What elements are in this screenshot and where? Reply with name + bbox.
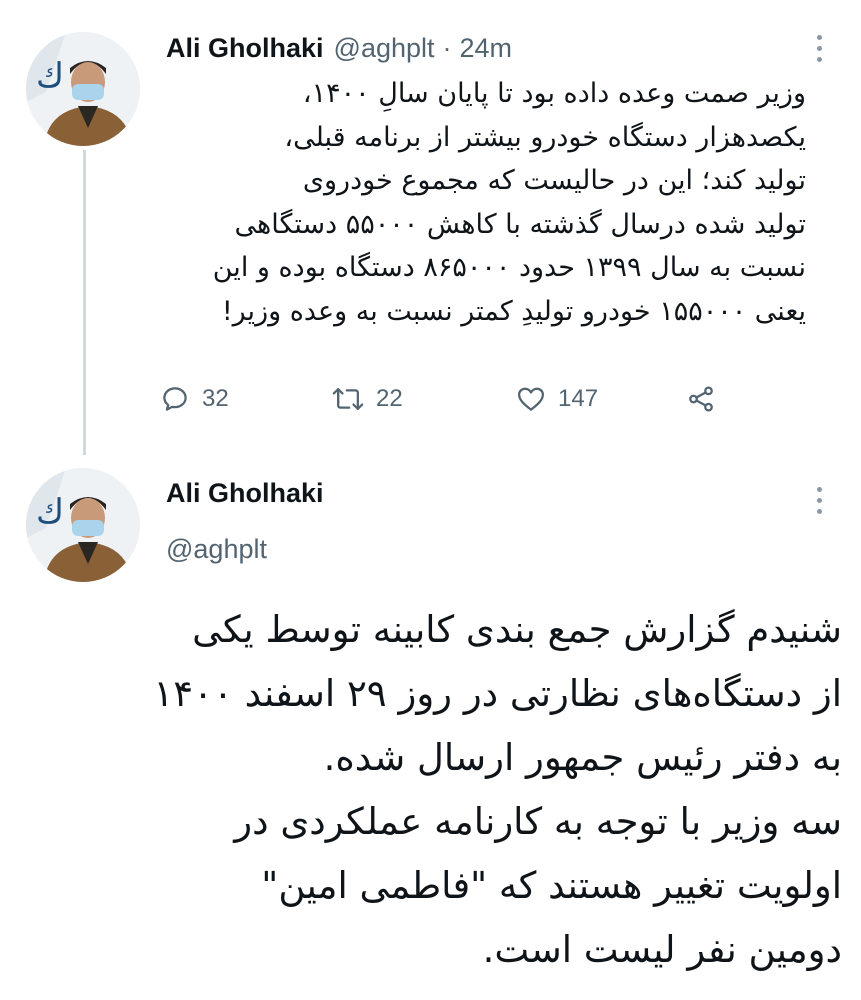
avatar[interactable]: ك [26, 32, 140, 146]
avatar[interactable]: ك [26, 468, 140, 582]
share-button[interactable] [686, 378, 716, 420]
like-button[interactable]: 147 [516, 378, 598, 420]
tweet-text: وزیر صمت وعده داده بود تا پایان سالِ ۱۴۰… [212, 78, 806, 327]
retweet-count: 22 [376, 385, 403, 412]
retweet-icon [332, 388, 364, 410]
separator-dot: · [442, 32, 452, 63]
share-icon [689, 386, 713, 412]
like-count: 147 [558, 385, 599, 412]
retweet-button[interactable]: 22 [332, 378, 403, 420]
more-vertical-icon[interactable] [812, 28, 826, 68]
author-name[interactable]: Ali Gholhaki [166, 33, 324, 64]
svg-text:ك: ك [36, 56, 64, 96]
tweet-header: Ali Gholhaki @aghplt · 24m [166, 28, 512, 68]
tweet-timestamp[interactable]: 24m [460, 33, 513, 64]
heart-icon [518, 387, 544, 411]
avatar-image: ك [26, 32, 140, 146]
tweet-text: شنیدم گزارش جمع بندی کابینه توسط یکی از … [153, 608, 842, 971]
more-vertical-icon[interactable] [812, 480, 826, 520]
reply-icon [163, 387, 187, 411]
tweet-actions: 32 22 147 [160, 378, 760, 420]
author-name[interactable]: Ali Gholhaki [166, 478, 324, 509]
avatar-image: ك [26, 468, 140, 582]
reply-button[interactable]: 32 [160, 378, 229, 420]
author-handle[interactable]: @aghplt [334, 33, 435, 64]
thread-connector-line [83, 150, 86, 455]
author-handle[interactable]: @aghplt [166, 534, 267, 565]
svg-text:ك: ك [36, 492, 64, 532]
reply-count: 32 [202, 385, 229, 412]
